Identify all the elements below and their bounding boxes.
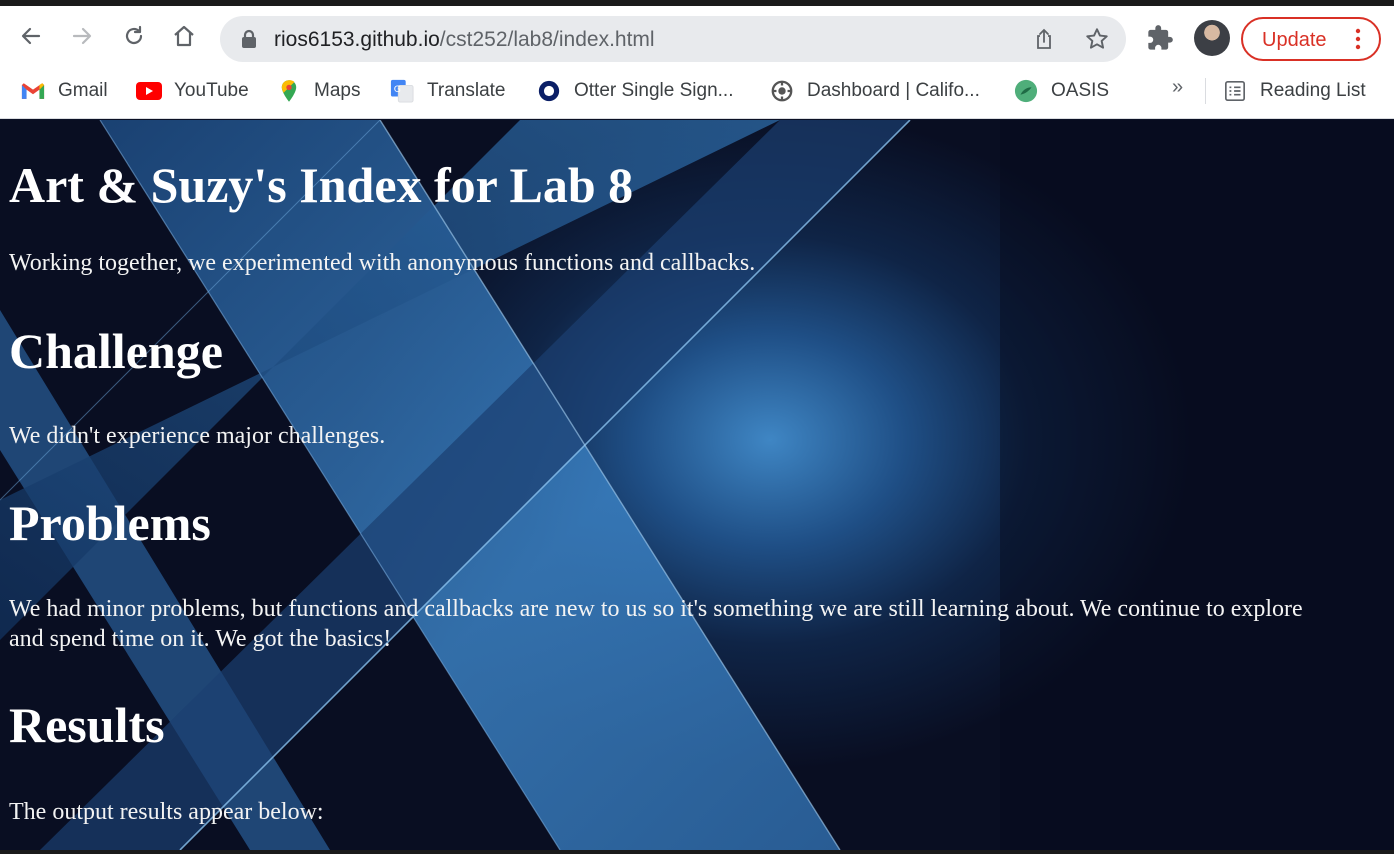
problems-heading: Problems (9, 495, 211, 551)
share-icon[interactable] (1032, 27, 1056, 51)
bookmark-star-icon[interactable] (1084, 26, 1110, 52)
problems-text: We had minor problems, but functions and… (9, 596, 1303, 652)
url-path: /cst252/lab8/index.html (439, 28, 655, 51)
bookmark-label: YouTube (174, 80, 249, 101)
bookmarks-overflow-button[interactable]: » (1172, 76, 1183, 99)
reading-list-label: Reading List (1260, 80, 1366, 101)
bookmark-gmail[interactable]: Gmail (20, 78, 108, 104)
update-button[interactable]: Update (1241, 17, 1381, 61)
background-graphic (0, 120, 1394, 850)
arrow-left-icon (21, 27, 41, 45)
dashboard-icon (769, 78, 795, 104)
youtube-icon (136, 78, 162, 104)
gmail-icon (20, 78, 46, 104)
reading-list-button[interactable]: Reading List (1222, 78, 1366, 104)
bookmark-otter[interactable]: Otter Single Sign... (536, 78, 733, 104)
extensions-puzzle-icon[interactable] (1146, 24, 1174, 52)
arrow-right-icon (72, 27, 92, 45)
page-viewport: Art & Suzy's Index for Lab 8 Working tog… (0, 120, 1394, 850)
bookmarks-bar: Gmail YouTube Maps G Translate Otter Sin… (0, 64, 1394, 119)
window-bottom-edge (0, 850, 1394, 854)
bookmark-dashboard[interactable]: Dashboard | Califo... (769, 78, 980, 104)
otter-icon (536, 78, 562, 104)
reading-list-icon (1222, 78, 1248, 104)
results-heading: Results (9, 697, 165, 753)
bookmark-maps[interactable]: Maps (276, 78, 360, 104)
update-label: Update (1262, 29, 1327, 51)
home-icon (174, 25, 194, 47)
results-text: The output results appear below: (9, 799, 324, 825)
bookmark-label: Dashboard | Califo... (807, 80, 980, 101)
bookmark-label: Otter Single Sign... (574, 80, 734, 101)
url-text[interactable]: rios6153.github.io/cst252/lab8/index.htm… (274, 28, 655, 52)
bookmark-label: OASIS (1051, 80, 1110, 101)
svg-text:G: G (394, 84, 401, 95)
reload-button[interactable] (118, 20, 150, 52)
challenge-text: We didn't experience major challenges. (9, 423, 386, 449)
forward-button[interactable] (66, 20, 98, 52)
oasis-icon (1013, 78, 1039, 104)
bookmarks-divider (1205, 78, 1206, 104)
bookmark-label: Maps (314, 80, 361, 101)
home-button[interactable] (168, 20, 200, 52)
lock-icon (242, 29, 256, 48)
browser-toolbar: rios6153.github.io/cst252/lab8/index.htm… (0, 6, 1394, 64)
challenge-heading: Challenge (9, 323, 223, 379)
intro-text: Working together, we experimented with a… (9, 250, 756, 276)
bookmark-translate[interactable]: G Translate (389, 78, 506, 104)
page-title: Art & Suzy's Index for Lab 8 (9, 157, 634, 213)
translate-icon: G (389, 78, 415, 104)
back-button[interactable] (15, 20, 47, 52)
profile-avatar[interactable] (1194, 20, 1230, 56)
maps-icon (276, 78, 302, 104)
address-bar[interactable]: rios6153.github.io/cst252/lab8/index.htm… (220, 16, 1126, 62)
bookmark-label: Translate (427, 80, 506, 101)
url-host: rios6153.github.io (274, 28, 440, 51)
bookmark-youtube[interactable]: YouTube (136, 78, 249, 104)
reload-icon (125, 25, 143, 45)
menu-dots-icon (1355, 28, 1361, 50)
bookmark-oasis[interactable]: OASIS (1013, 78, 1109, 104)
bookmark-label: Gmail (58, 80, 108, 101)
